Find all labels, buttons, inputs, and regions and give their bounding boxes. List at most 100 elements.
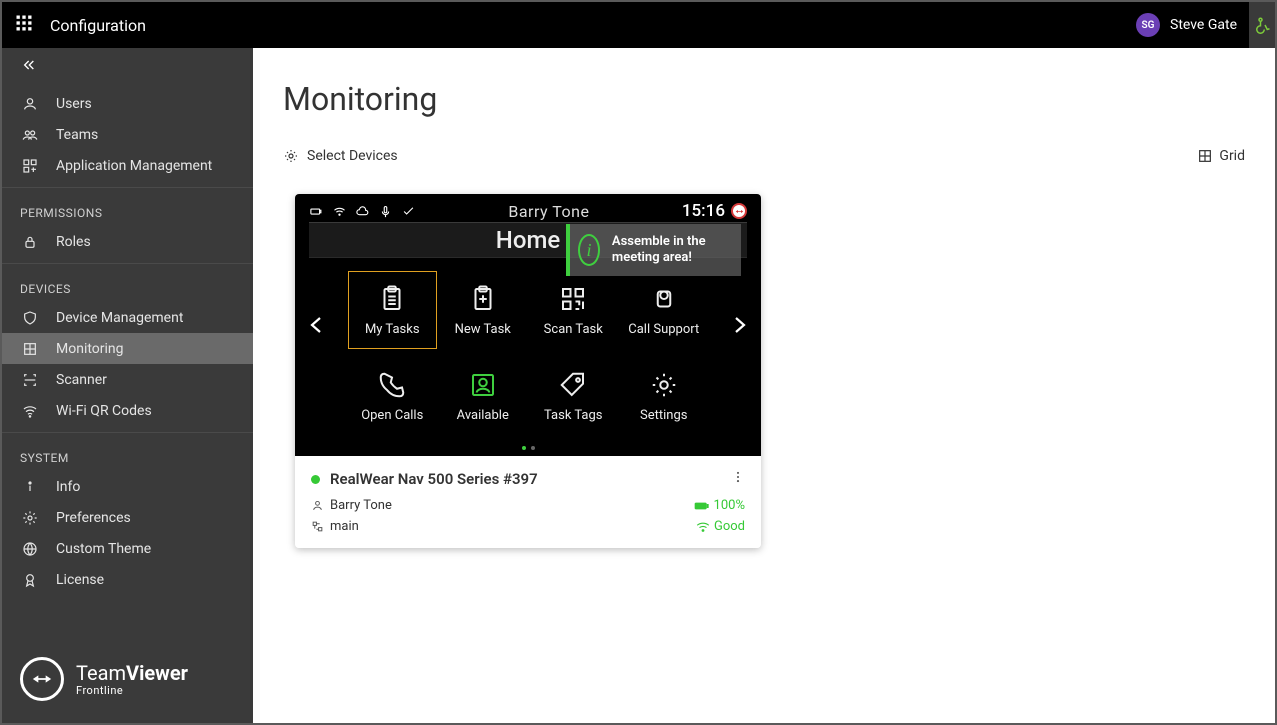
grid-icon [1197,148,1213,164]
tag-icon [558,370,588,400]
teamviewer-status-icon [731,203,747,219]
device-tile-new-task[interactable]: New Task [438,270,529,350]
apps-launcher-icon[interactable] [14,13,34,37]
device-tile-label: Task Tags [544,408,603,423]
check-icon [401,204,416,219]
sidebar-item-scanner[interactable]: Scanner [2,364,253,395]
battery-icon [309,204,324,219]
brand-name-sub: Frontline [76,685,188,696]
sidebar-item-label: Roles [56,234,91,250]
sidebar-item-info[interactable]: Info [2,471,253,502]
card-user-label: Barry Tone [330,498,392,513]
device-tile-task-tags[interactable]: Task Tags [528,356,619,436]
brand-name-1: Team [76,661,126,685]
device-tile-my-tasks[interactable]: My Tasks [347,270,438,350]
network-icon [311,520,324,533]
grid-icon [20,341,40,357]
grid-view-label: Grid [1219,148,1245,164]
sidebar-item-label: Info [56,479,80,495]
sidebar-item-wifi-qr[interactable]: Wi-Fi QR Codes [2,395,253,426]
sidebar-item-users[interactable]: Users [2,88,253,119]
device-screen-preview: Barry Tone 15:16 Home i Assemble in the … [295,194,761,456]
sidebar-collapse-button[interactable] [2,48,253,82]
device-tile-label: New Task [455,322,511,337]
page-dots [295,446,761,450]
sidebar-brand-footer: TeamViewer Frontline [2,641,253,723]
device-tile-available[interactable]: Available [438,356,529,436]
device-tile-open-calls[interactable]: Open Calls [347,356,438,436]
brand-name-2: Viewer [126,661,188,685]
sidebar-heading-devices: DEVICES [2,270,253,302]
scan-icon [20,372,40,388]
select-devices-button[interactable]: Select Devices [283,148,398,164]
device-tile-label: Available [457,408,509,423]
topbar-username[interactable]: Steve Gate [1170,17,1237,33]
wifi-icon [332,204,347,219]
device-time: 15:16 [682,201,725,221]
sidebar-item-label: Device Management [56,310,183,326]
device-toast-notification: i Assemble in the meeting area! [566,224,741,276]
device-tile-call-support[interactable]: Call Support [619,270,710,350]
device-tile-settings[interactable]: Settings [619,356,710,436]
device-tile-label: Open Calls [361,408,423,423]
sidebar-item-roles[interactable]: Roles [2,226,253,257]
qr-icon [558,284,588,314]
sidebar-item-label: Wi-Fi QR Codes [56,403,152,419]
info-icon [20,479,40,495]
sidebar-item-label: Scanner [56,372,107,388]
network-name-label: main [330,519,359,534]
avatar[interactable]: SG [1136,13,1160,37]
sidebar-item-preferences[interactable]: Preferences [2,502,253,533]
users-icon [20,127,40,143]
sidebar-item-device-management[interactable]: Device Management [2,302,253,333]
wifi-signal-icon [696,521,710,533]
teamviewer-logo-icon [20,657,64,701]
user-icon [311,499,324,512]
topbar-title: Configuration [50,16,146,35]
signal-label: Good [714,519,745,534]
card-menu-button[interactable] [731,470,745,488]
gear-icon [649,370,679,400]
sidebar-item-custom-theme[interactable]: Custom Theme [2,533,253,564]
user-icon [20,96,40,112]
headset-icon [649,284,679,314]
page-title: Monitoring [283,80,1245,118]
sidebar-item-app-management[interactable]: Application Management [2,150,253,181]
ribbon-icon [20,572,40,588]
cloud-icon [355,204,370,219]
device-user-label: Barry Tone [416,202,682,221]
accessibility-icon[interactable] [1249,2,1275,48]
device-card: Barry Tone 15:16 Home i Assemble in the … [295,194,761,548]
device-tile-label: My Tasks [365,322,420,337]
battery-full-icon [694,500,710,512]
grid-view-button[interactable]: Grid [1197,148,1245,164]
sidebar-item-label: Users [56,96,92,112]
phone-icon [377,370,407,400]
main-content: Monitoring Select Devices Grid [253,48,1275,723]
shield-icon [20,310,40,326]
device-tile-label: Settings [640,408,687,423]
lock-icon [20,234,40,250]
sidebar-item-label: Application Management [56,158,212,174]
select-devices-label: Select Devices [307,148,398,164]
sidebar-item-label: Teams [56,127,98,143]
device-tile-label: Scan Task [544,322,603,337]
clipboard-plus-icon [468,284,498,314]
sidebar-item-license[interactable]: License [2,564,253,595]
apps-add-icon [20,158,40,174]
gear-icon [283,148,299,164]
clipboard-list-icon [377,284,407,314]
sidebar-item-monitoring[interactable]: Monitoring [2,333,253,364]
sidebar-heading-permissions: PERMISSIONS [2,194,253,226]
device-toast-message: Assemble in the meeting area! [612,234,725,265]
device-tile-label: Call Support [628,322,699,337]
sidebar: Users Teams Application Management PERMI… [2,48,253,723]
mic-icon [378,204,393,219]
sidebar-item-label: Custom Theme [56,541,151,557]
device-tile-scan-task[interactable]: Scan Task [528,270,619,350]
sidebar-item-teams[interactable]: Teams [2,119,253,150]
sidebar-item-label: License [56,572,104,588]
globe-icon [20,541,40,557]
info-circle-icon: i [578,234,600,266]
status-dot-online-icon [311,475,320,484]
